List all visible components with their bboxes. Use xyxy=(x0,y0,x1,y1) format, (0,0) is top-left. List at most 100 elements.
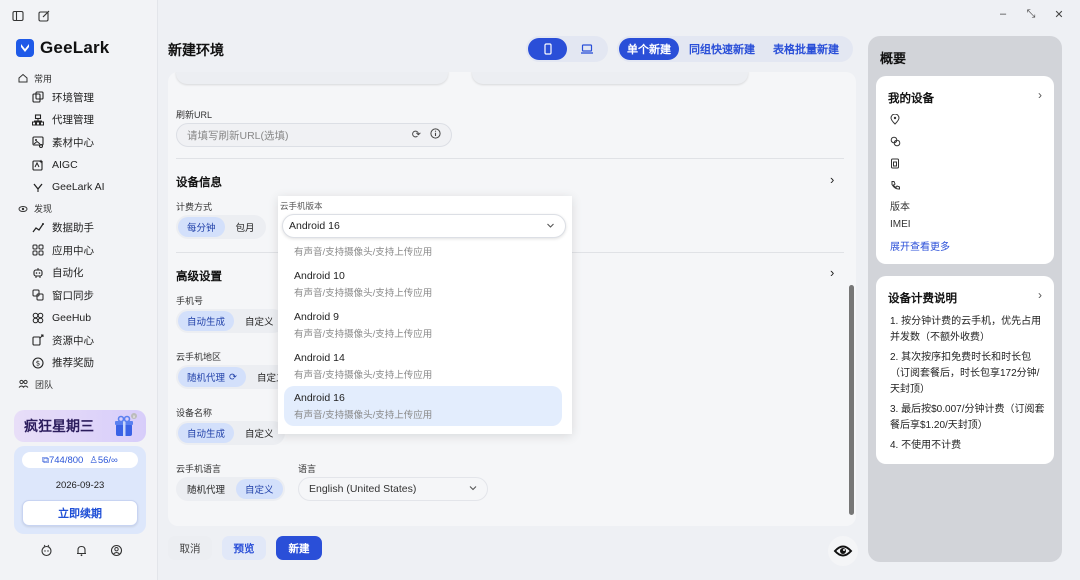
sidebar-item-aigc[interactable]: AIGC xyxy=(0,154,158,177)
refresh-icon[interactable]: ⟳ xyxy=(412,128,421,141)
device-info-chevron-icon[interactable]: › xyxy=(830,172,834,187)
profiles-icon xyxy=(32,91,44,103)
version-option[interactable]: Android 9 有声音/支持摄像头/支持上传应用 xyxy=(284,305,562,345)
version-option[interactable]: 有声音/支持摄像头/支持上传应用 xyxy=(284,238,562,260)
my-devices-card: 我的设备 › 版本 IMEI 展开查看更多 xyxy=(876,76,1054,264)
sidebar-nav: 常用 环境管理 代理管理 素材中心 AIGC GeeLark AI 发现 数据助… xyxy=(0,68,158,392)
sidebar-item-label: 代理管理 xyxy=(52,114,94,127)
billing-line: 2. 其次按序扣免费时长和时长包（订阅套餐后，时长包享172分钟/天封顶） xyxy=(890,352,1040,395)
phone-mode-button[interactable] xyxy=(528,38,567,60)
billing-line: 4. 不使用不计费 xyxy=(890,440,962,451)
phone-number-segment: 自动生成 自定义 xyxy=(176,309,285,333)
nav-group-team[interactable]: 团队 xyxy=(0,376,158,392)
minimize-icon[interactable]: – xyxy=(992,6,1014,22)
sidebar-item-materials[interactable]: 素材中心 xyxy=(0,131,158,154)
nav-group-label: 发现 xyxy=(34,204,53,214)
sidebar-item-geelark-ai[interactable]: GeeLark AI xyxy=(0,176,158,199)
bell-icon[interactable] xyxy=(75,544,88,557)
show-more-link[interactable]: 展开查看更多 xyxy=(890,238,950,253)
promo-banner[interactable]: 疯狂星期三 × xyxy=(14,410,146,442)
nav-group-label: 团队 xyxy=(35,379,54,390)
overview-title: 概要 xyxy=(880,51,907,66)
version-select[interactable]: Android 16 xyxy=(282,214,566,238)
home-icon xyxy=(18,73,28,83)
language-select[interactable]: English (United States) xyxy=(298,477,488,501)
sidebar-item-label: GeeHub xyxy=(52,311,92,324)
imei-row: IMEI xyxy=(890,219,911,230)
team-icon xyxy=(18,379,29,389)
apps-icon xyxy=(32,244,44,256)
info-icon[interactable] xyxy=(430,128,441,142)
app-logo: GeeLark xyxy=(16,38,109,58)
advanced-chevron-icon[interactable]: › xyxy=(830,265,834,280)
tab-group-quick-create[interactable]: 同组快速新建 xyxy=(681,38,763,60)
refresh-url-input[interactable]: 请填写刷新URL(选填) ⟳ xyxy=(176,123,452,147)
sidebar-item-proxy[interactable]: 代理管理 xyxy=(0,109,158,132)
plan-card: ⧉744/800 ♙56/∞ 2026-09-23 立即续期 xyxy=(14,446,146,534)
form-scrollbar[interactable] xyxy=(849,285,854,515)
location-icon xyxy=(890,114,900,125)
desktop-mode-button[interactable] xyxy=(567,38,606,60)
restore-icon[interactable]: ⤡ xyxy=(1020,6,1042,22)
version-dropdown: 云手机版本 Android 16 有声音/支持摄像头/支持上传应用 Androi… xyxy=(278,196,572,434)
tab-table-batch-create[interactable]: 表格批量新建 xyxy=(765,38,847,60)
sidebar-item-apps[interactable]: 应用中心 xyxy=(0,239,158,262)
preview-button[interactable]: 预览 xyxy=(222,536,266,560)
version-option-desc: 有声音/支持摄像头/支持上传应用 xyxy=(294,247,433,258)
billing-per-minute-option[interactable]: 每分钟 xyxy=(178,217,225,237)
sidebar-top-icons xyxy=(12,10,50,22)
resources-icon xyxy=(32,334,44,346)
refresh-url-placeholder: 请填写刷新URL(选填) xyxy=(187,129,289,142)
phone-auto-option[interactable]: 自动生成 xyxy=(178,311,235,331)
edit-icon[interactable] xyxy=(38,10,50,22)
device-name-segment: 自动生成 自定义 xyxy=(176,421,285,445)
refresh-url-label: 刷新URL xyxy=(176,110,213,120)
create-button[interactable]: 新建 xyxy=(276,536,322,560)
sidebar-item-geehub[interactable]: GeeHub xyxy=(0,307,158,330)
support-icon[interactable] xyxy=(40,544,53,557)
lang-random-proxy-option[interactable]: 随机代理 xyxy=(178,479,234,499)
phone-call-icon xyxy=(890,180,901,191)
app-name: GeeLark xyxy=(40,38,110,57)
sidebar-item-resources[interactable]: 资源中心 xyxy=(0,329,158,352)
lang-custom-option[interactable]: 自定义 xyxy=(236,479,283,499)
divider xyxy=(176,158,844,159)
sidebar-item-automation[interactable]: 自动化 xyxy=(0,262,158,285)
version-option-selected[interactable]: Android 16 有声音/支持摄像头/支持上传应用 xyxy=(284,386,562,426)
name-auto-option[interactable]: 自动生成 xyxy=(178,423,235,443)
chevron-right-icon[interactable]: › xyxy=(1038,288,1042,302)
billing-monthly-option[interactable]: 包月 xyxy=(227,217,264,237)
close-icon[interactable]: ✕ xyxy=(1048,6,1070,22)
tab-single-create[interactable]: 单个新建 xyxy=(619,38,679,60)
my-devices-title: 我的设备 xyxy=(888,93,934,105)
billing-segment: 每分钟 包月 xyxy=(176,215,266,239)
region-label: 云手机地区 xyxy=(176,352,222,362)
device-type-toggle xyxy=(526,36,608,62)
cancel-button[interactable]: 取消 xyxy=(168,536,212,560)
phone-custom-option[interactable]: 自定义 xyxy=(236,311,283,331)
sidebar-item-label: 资源中心 xyxy=(52,334,94,347)
sidebar-item-profiles[interactable]: 环境管理 xyxy=(0,86,158,109)
version-option[interactable]: Android 10 有声音/支持摄像头/支持上传应用 xyxy=(284,264,562,304)
nav-group-discover: 发现 xyxy=(0,201,158,217)
name-custom-option[interactable]: 自定义 xyxy=(236,423,283,443)
profiles-quota: ⧉744/800 xyxy=(42,455,83,466)
sidebar-item-window-sync[interactable]: 窗口同步 xyxy=(0,284,158,307)
billing-info-card: 设备计费说明 › 1. 按分钟计费的云手机，优先占用并发数（不额外收费） 2. … xyxy=(876,276,1054,464)
billing-line: 3. 最后按$0.007/分钟计费（订阅套餐后享$1.20/天封顶） xyxy=(890,404,1045,431)
version-option[interactable]: Android 14 有声音/支持摄像头/支持上传应用 xyxy=(284,346,562,386)
sidebar-item-referral[interactable]: $ 推荐奖励 xyxy=(0,352,158,375)
assistant-button[interactable] xyxy=(828,536,858,566)
chevron-right-icon[interactable]: › xyxy=(1038,88,1042,102)
toggle-sidebar-icon[interactable] xyxy=(12,10,24,22)
create-mode-tabs: 单个新建 同组快速新建 表格批量新建 xyxy=(617,36,853,62)
sidebar-item-data-assistant[interactable]: 数据助手 xyxy=(0,217,158,240)
profile-icon[interactable] xyxy=(110,544,123,557)
renew-button[interactable]: 立即续期 xyxy=(22,500,138,526)
scrolled-input[interactable] xyxy=(176,72,448,84)
version-option-name: Android 14 xyxy=(294,352,345,364)
region-random-label: 随机代理 xyxy=(187,373,226,384)
region-random-proxy-option[interactable]: 随机代理 ⟳ xyxy=(178,367,246,387)
scrolled-input[interactable] xyxy=(472,72,748,84)
sync-icon xyxy=(32,289,44,301)
